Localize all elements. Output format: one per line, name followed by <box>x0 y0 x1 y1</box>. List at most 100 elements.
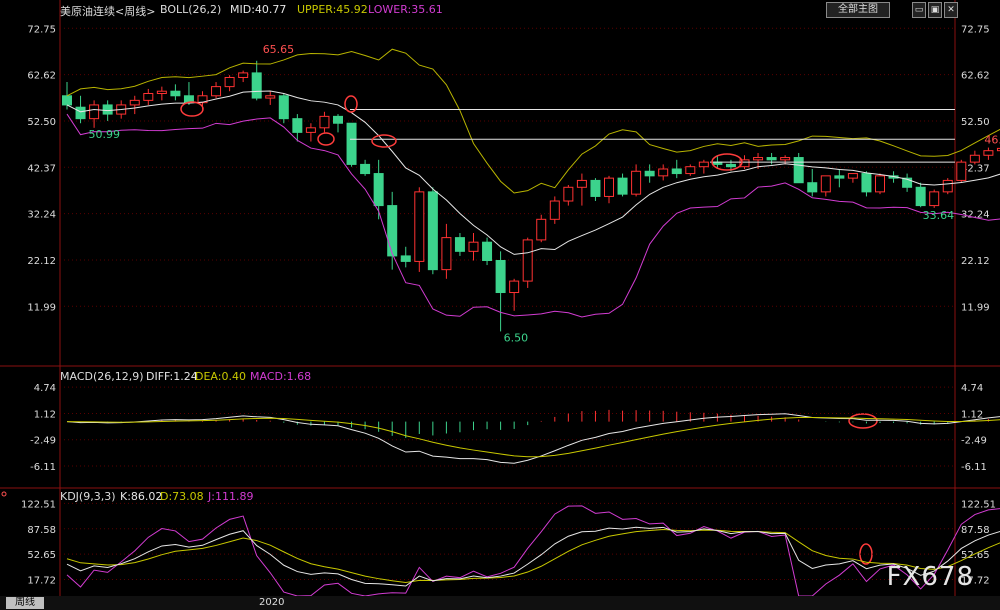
candle-body <box>644 170 655 177</box>
candle-body <box>861 173 872 193</box>
macd-tick-right-3: -6.11 <box>961 462 987 473</box>
candle-body <box>400 255 411 262</box>
symbol-title: 美原油连续<周线> <box>60 5 156 18</box>
boll-upper: UPPER:45.92 <box>297 3 368 16</box>
boll-mid-line <box>66 90 1000 255</box>
macd-tick-right-2: -2.49 <box>961 436 987 447</box>
macd-dea-line <box>66 417 1000 458</box>
candle-body <box>983 150 994 156</box>
annotation-last: 46.68 <box>984 134 1000 147</box>
candle-body <box>211 86 222 97</box>
annotation-low1: 50.99 <box>89 128 121 141</box>
candle-body <box>875 175 885 193</box>
candle-body <box>658 168 669 177</box>
candle-body <box>604 177 614 197</box>
candle-body <box>414 191 425 262</box>
candle-body <box>929 191 940 207</box>
chart-canvas: 72.75 72.7562.62 62.6252.50 52.5042.37 42.37… <box>0 0 1000 597</box>
candle-body <box>725 163 736 168</box>
candle-body <box>129 99 140 106</box>
y-tick-right-5: 22.12 <box>961 256 990 267</box>
y-tick-right-1: 62.62 <box>961 71 990 82</box>
candle-body <box>427 191 438 271</box>
macd-diff-line <box>66 413 1000 464</box>
highlight-ellipse-0 <box>180 101 204 117</box>
candle-body <box>346 122 357 165</box>
macd-tick-left-1: 1.12 <box>34 409 56 420</box>
candle-body <box>251 72 262 99</box>
kdj-tick-right-2: 52.65 <box>961 550 990 561</box>
minimize-icon[interactable]: ▭ <box>912 2 926 18</box>
kdj-tick-right-1: 87.58 <box>961 525 990 536</box>
candle-body <box>509 280 520 294</box>
candle-body <box>482 241 493 261</box>
candle-body <box>495 259 506 294</box>
candle-body <box>969 154 980 163</box>
candle-body <box>671 168 682 175</box>
kdj-tick-left-1: 87.58 <box>27 525 56 536</box>
main-indicator-button[interactable]: 全部主图 <box>826 2 890 18</box>
kdj-j: J:111.89 <box>208 490 254 503</box>
candle-body <box>834 175 845 179</box>
y-tick-left-6: 11.99 <box>27 302 56 313</box>
candle-body <box>305 127 316 133</box>
candle-body <box>143 92 154 101</box>
macd-tick-left-2: -2.49 <box>30 436 56 447</box>
candle-body <box>793 157 804 184</box>
candle-body <box>102 104 113 115</box>
y-tick-left-5: 22.12 <box>27 256 56 267</box>
macd-tick-left-0: 4.74 <box>34 383 56 394</box>
candle-body <box>617 177 628 195</box>
y-tick-left-4: 32.24 <box>27 210 56 221</box>
kdj-k: K:86.02 <box>120 490 163 503</box>
candle-body <box>685 166 696 175</box>
candle-body <box>360 163 371 175</box>
boll-mid: MID:40.77 <box>230 3 287 16</box>
candle-body <box>820 175 831 193</box>
candle-body <box>156 90 167 94</box>
close-icon[interactable]: ✕ <box>944 2 958 18</box>
candle-body <box>62 95 72 106</box>
highlight-ellipse-2 <box>317 132 335 146</box>
kdj-tick-right-0: 122.51 <box>961 499 996 510</box>
candle-body <box>265 95 276 99</box>
candle-body <box>536 218 547 241</box>
candle-body <box>942 179 953 193</box>
candle-body <box>631 170 642 195</box>
candle-body <box>468 241 479 252</box>
y-tick-left-0: 72.75 <box>27 24 56 35</box>
candle-body <box>333 115 343 124</box>
y-tick-right-2: 52.50 <box>961 117 990 128</box>
annotation-low2: 6.50 <box>504 331 528 344</box>
boll-lower-line <box>66 113 1000 318</box>
panel-marker-icon <box>1 491 7 497</box>
macd-diff: DIFF:1.24 <box>146 370 198 383</box>
y-tick-left-3: 42.37 <box>27 163 56 174</box>
candle-body <box>522 239 533 282</box>
period-tab-weekly[interactable]: 周线 <box>6 597 44 609</box>
candle-body <box>753 157 764 161</box>
candle-body <box>590 179 601 197</box>
candle-body <box>278 95 289 120</box>
macd-label: MACD(26,12,9) <box>60 370 144 383</box>
macd-dea: DEA:0.40 <box>195 370 246 383</box>
highlight-ellipse-5 <box>848 413 878 429</box>
y-tick-right-0: 72.75 <box>961 24 990 35</box>
candle-body <box>238 72 249 78</box>
candle-body <box>563 186 574 202</box>
kdj-tick-left-2: 52.65 <box>27 550 56 561</box>
candle-body <box>576 179 587 188</box>
candle-body <box>454 237 465 252</box>
year-label: 2020 <box>259 597 285 608</box>
restore-icon[interactable]: ▣ <box>928 2 942 18</box>
candle-body <box>170 90 181 97</box>
candle-body <box>549 200 560 220</box>
watermark-logo: FX678 <box>886 562 974 592</box>
candle-body <box>807 182 818 193</box>
kdj-tick-left-0: 122.51 <box>21 499 56 510</box>
y-tick-right-6: 11.99 <box>961 302 990 313</box>
candle-body <box>766 157 777 161</box>
candle-body <box>387 205 398 257</box>
candle-body <box>319 115 330 129</box>
boll-lower: LOWER:35.61 <box>368 3 443 16</box>
